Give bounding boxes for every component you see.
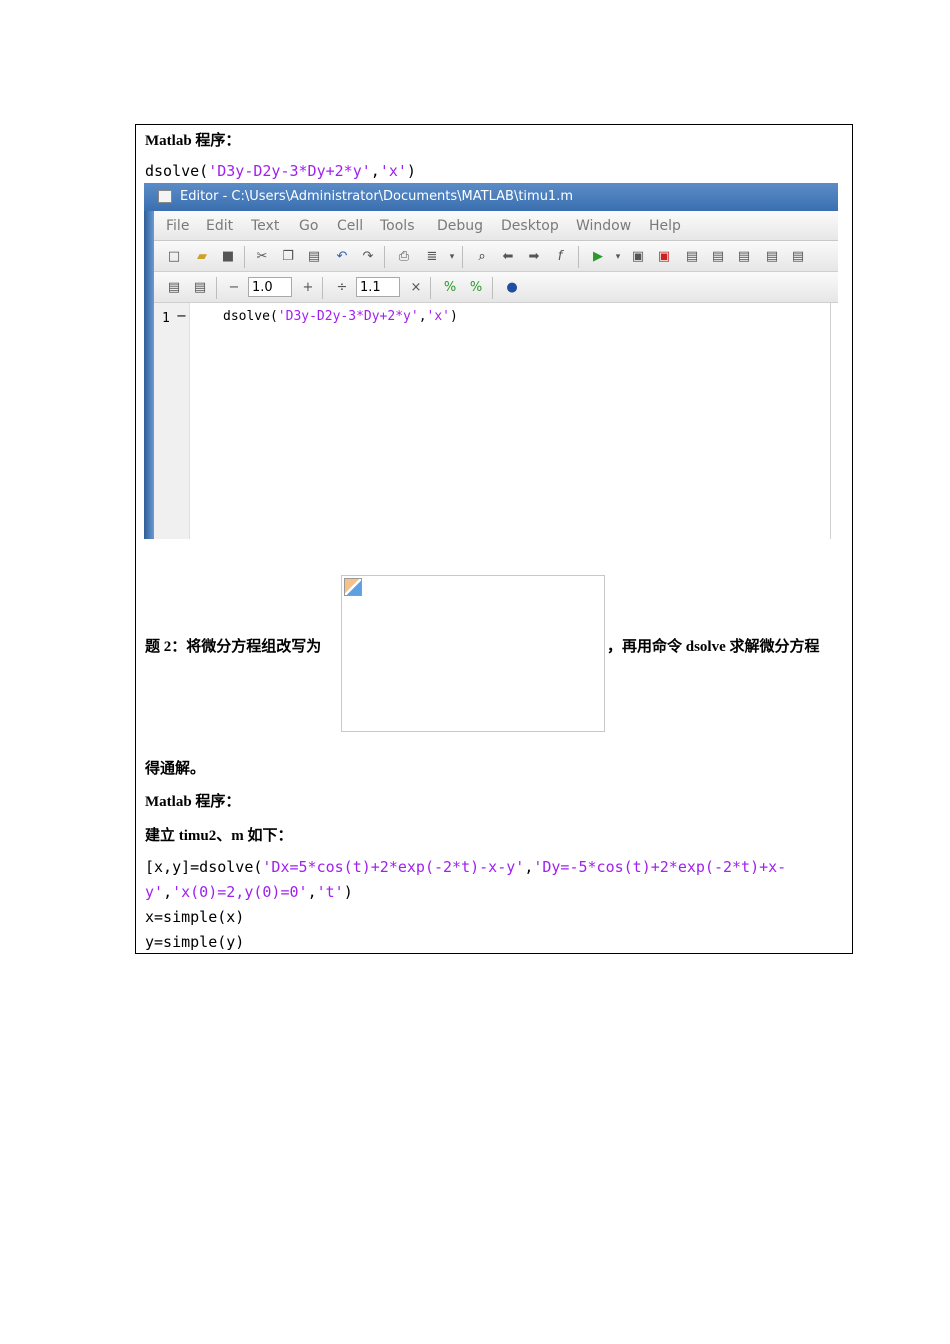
editor-menu-bar: File Edit Text Go Cell Tools Debug Deskt… bbox=[154, 211, 838, 241]
divide-button[interactable]: ÷ bbox=[334, 280, 350, 296]
editor-code-area[interactable]: 1 − dsolve('D3y-D2y-3*Dy+2*y','x') bbox=[154, 303, 838, 539]
code-string: 't' bbox=[316, 883, 344, 901]
menu-window[interactable]: Window bbox=[576, 218, 631, 234]
open-folder-icon[interactable]: ▰ bbox=[194, 249, 210, 265]
forward-arrow-icon[interactable]: ➡ bbox=[526, 249, 542, 265]
paste-icon[interactable]: ▤ bbox=[306, 249, 322, 265]
step-icon[interactable]: ▤ bbox=[684, 249, 700, 265]
menu-debug[interactable]: Debug bbox=[437, 218, 483, 234]
code-string: 'Dx=5*cos(t)+2*exp(-2*t)-x-y' bbox=[262, 858, 525, 876]
menu-desktop[interactable]: Desktop bbox=[501, 218, 559, 234]
code-text: ) bbox=[343, 883, 353, 901]
multiply-button[interactable]: × bbox=[408, 280, 424, 296]
percent-icon[interactable]: % bbox=[442, 280, 458, 296]
code-text: , bbox=[307, 883, 317, 901]
create-file-text: 建立 timu2、m 如下： bbox=[145, 828, 293, 844]
line-gutter: 1 − bbox=[154, 303, 190, 539]
broken-image-icon bbox=[344, 578, 362, 596]
code-string: 'x(0)=2,y(0)=0' bbox=[172, 883, 308, 901]
code-text: dsolve( bbox=[145, 162, 209, 180]
content-table-cell: Matlab 程序： dsolve('D3y-D2y-3*Dy+2*y','x'… bbox=[135, 124, 853, 954]
menu-cell[interactable]: Cell bbox=[337, 218, 363, 234]
decrement-button[interactable]: − bbox=[226, 280, 242, 296]
increment-button[interactable]: + bbox=[300, 280, 316, 296]
menu-tools[interactable]: Tools bbox=[380, 218, 415, 234]
run-icon[interactable]: ▶ bbox=[590, 249, 606, 265]
code-text: , bbox=[370, 162, 380, 180]
menu-edit[interactable]: Edit bbox=[206, 218, 233, 234]
editor-title-bar: Editor - C:\Users\Administrator\Document… bbox=[144, 183, 838, 211]
menu-go[interactable]: Go bbox=[299, 218, 318, 234]
code-string: 'D3y-D2y-3*Dy+2*y' bbox=[277, 309, 419, 324]
code-line-1: [x,y]=dsolve('Dx=5*cos(t)+2*exp(-2*t)-x-… bbox=[145, 858, 786, 876]
code-string: 'Dy=-5*cos(t)+2*exp(-2*t)+x- bbox=[533, 858, 787, 876]
step-out-icon[interactable]: ▤ bbox=[736, 249, 752, 265]
exit-debug-icon[interactable]: ▤ bbox=[790, 249, 806, 265]
chevron-down-icon[interactable]: ▾ bbox=[610, 249, 626, 265]
cell-value-field-1[interactable]: 1.0 bbox=[248, 277, 292, 297]
line-number: 1 bbox=[162, 311, 170, 326]
code-text: [x,y]=dsolve( bbox=[145, 858, 263, 876]
code-line-2: y','x(0)=2,y(0)=0','t') bbox=[145, 883, 353, 901]
cell-eval-icon[interactable]: ▤ bbox=[192, 280, 208, 296]
redo-icon[interactable]: ↷ bbox=[360, 249, 376, 265]
back-arrow-icon[interactable]: ⬅ bbox=[500, 249, 516, 265]
function-icon[interactable]: f bbox=[552, 249, 568, 265]
code-line-4: y=simple(y) bbox=[145, 933, 245, 951]
insert-cell-icon[interactable]: ▤ bbox=[166, 280, 182, 296]
editor-toolbar: □ ▰ ■ ✂ ❐ ▤ ↶ ↷ ⎙ ≣ ▾ ⌕ ⬅ ➡ f ▶ ▾ ▣ ▣ ▤ … bbox=[154, 241, 838, 272]
editor-code-line: dsolve('D3y-D2y-3*Dy+2*y','x') bbox=[223, 309, 458, 324]
menu-file[interactable]: File bbox=[166, 218, 189, 234]
continue-icon[interactable]: ▤ bbox=[764, 249, 780, 265]
code-string: 'x' bbox=[379, 162, 407, 180]
code-text: , bbox=[418, 309, 427, 324]
code-string: 'x' bbox=[426, 309, 450, 324]
percent-icon[interactable]: % bbox=[468, 280, 484, 296]
editor-title: Editor - C:\Users\Administrator\Document… bbox=[180, 189, 574, 204]
question-2-continuation: ，再用命令 dsolve 求解微分方程 bbox=[607, 639, 820, 655]
copy-icon[interactable]: ❐ bbox=[280, 249, 296, 265]
menu-text[interactable]: Text bbox=[251, 218, 279, 234]
cell-value-field-2[interactable]: 1.1 bbox=[356, 277, 400, 297]
question-2-tail: 得通解。 bbox=[145, 761, 206, 777]
chevron-down-icon[interactable]: ▾ bbox=[444, 249, 460, 265]
save-icon[interactable]: ■ bbox=[220, 249, 236, 265]
code-text: ) bbox=[406, 162, 416, 180]
code-text: , bbox=[524, 858, 534, 876]
new-file-icon[interactable]: □ bbox=[166, 249, 182, 265]
code-text: dsolve( bbox=[223, 309, 278, 324]
program-label-2: Matlab 程序： bbox=[145, 794, 241, 810]
undo-icon[interactable]: ↶ bbox=[334, 249, 350, 265]
window-border bbox=[144, 211, 154, 539]
matlab-editor-screenshot: Editor - C:\Users\Administrator\Document… bbox=[144, 183, 838, 539]
cut-icon[interactable]: ✂ bbox=[254, 249, 270, 265]
code-text: , bbox=[163, 883, 173, 901]
step-in-icon[interactable]: ▤ bbox=[710, 249, 726, 265]
format-icon[interactable]: ≣ bbox=[424, 249, 440, 265]
print-icon[interactable]: ⎙ bbox=[396, 249, 412, 265]
code-line-3: x=simple(x) bbox=[145, 908, 245, 926]
line-marker: − bbox=[176, 309, 187, 324]
set-breakpoint-icon[interactable]: ▣ bbox=[630, 249, 646, 265]
menu-help[interactable]: Help bbox=[649, 218, 681, 234]
info-icon[interactable]: ● bbox=[504, 280, 520, 296]
code-string: 'D3y-D2y-3*Dy+2*y' bbox=[208, 162, 371, 180]
find-icon[interactable]: ⌕ bbox=[474, 249, 490, 265]
clear-breakpoint-icon[interactable]: ▣ bbox=[656, 249, 672, 265]
cell-toolbar: ▤ ▤ − 1.0 + ÷ 1.1 × % % ● bbox=[154, 272, 838, 303]
code-line-dsolve-1: dsolve('D3y-D2y-3*Dy+2*y','x') bbox=[145, 162, 416, 180]
equation-image-placeholder bbox=[341, 575, 605, 732]
program-label-1: Matlab 程序： bbox=[145, 133, 241, 149]
right-margin-line bbox=[830, 303, 831, 539]
document-icon bbox=[158, 190, 172, 203]
code-text: ) bbox=[450, 309, 458, 324]
code-string: y' bbox=[145, 883, 164, 901]
question-2-text: 题 2：将微分方程组改写为 bbox=[145, 639, 322, 655]
